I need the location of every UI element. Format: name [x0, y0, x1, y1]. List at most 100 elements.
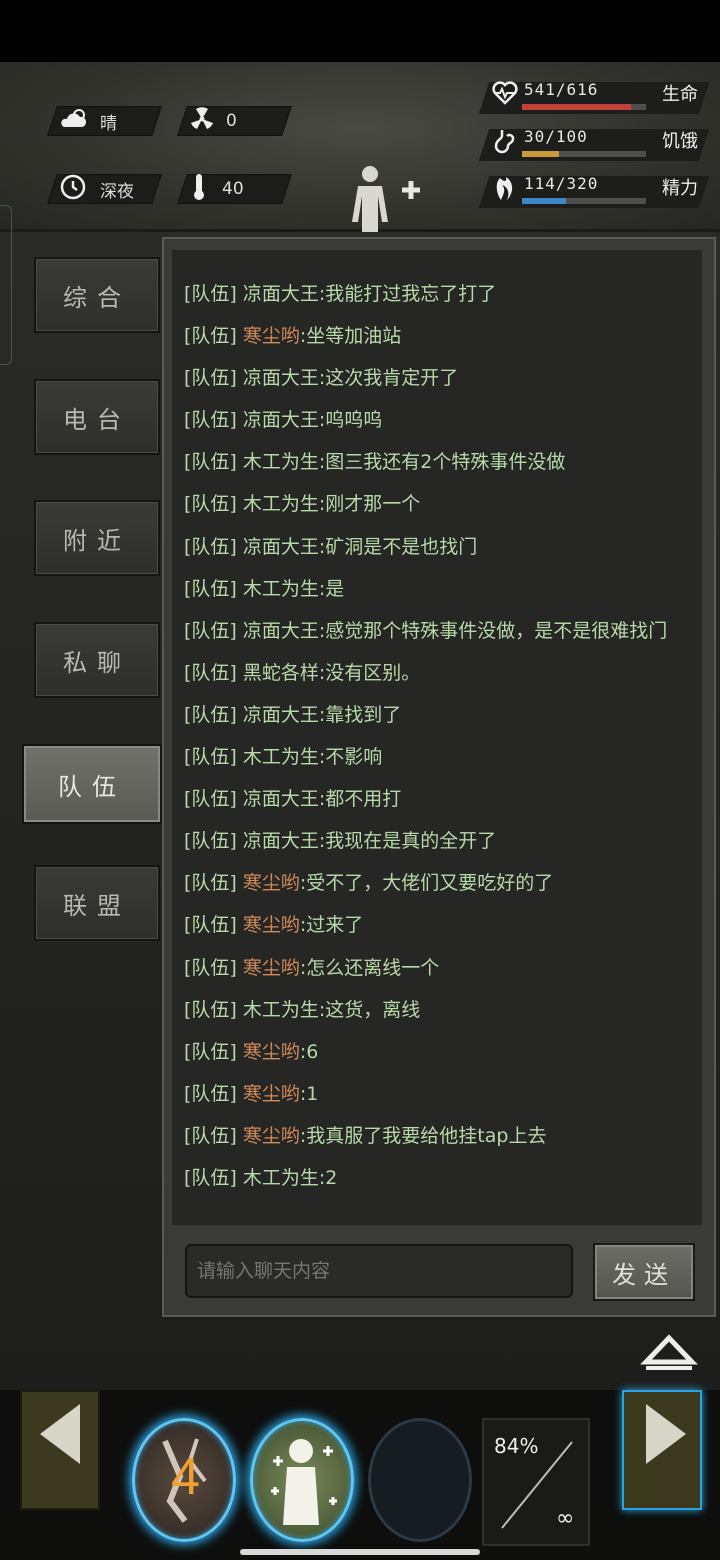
chat-message-text: :怎么还离线一个 [299, 956, 440, 979]
weather-label: 晴 [100, 113, 117, 134]
chat-message: [队伍] 木工为生:不影响 [184, 745, 694, 787]
chat-channel-tag: [队伍] [184, 703, 237, 726]
chat-sender-name[interactable]: 凉面大王 [243, 830, 319, 852]
chat-message: [队伍] 寒尘哟:6 [184, 1040, 694, 1082]
chat-message-text: :我真服了我要给他挂tap上去 [299, 1124, 547, 1147]
time-label: 深夜 [100, 181, 134, 202]
chat-sender-name[interactable]: 木工为生 [243, 578, 319, 600]
chat-sender-name[interactable]: 凉面大王 [243, 409, 319, 431]
tab-nearby[interactable]: 附近 [34, 500, 160, 576]
chat-channel-tag: [队伍] [184, 577, 237, 600]
radiation-value: 0 [226, 111, 237, 131]
chat-sender-name[interactable]: 木工为生 [243, 451, 319, 473]
energy-stat: 114/320 精力 [478, 172, 710, 210]
chat-message: [队伍] 木工为生:这货，离线 [184, 998, 694, 1040]
quick-slot-1[interactable]: 4 [132, 1418, 236, 1542]
temperature-status: 40 [192, 173, 244, 204]
quick-slot-4[interactable]: 84% ∞ [482, 1418, 590, 1546]
quick-slot-4-infinity: ∞ [556, 1506, 575, 1531]
health-bar-track [522, 104, 646, 110]
tab-alliance[interactable]: 联盟 [34, 865, 160, 941]
heart-rate-icon [488, 81, 522, 113]
chat-sender-name[interactable]: 寒尘哟 [243, 1125, 300, 1147]
chat-sender-name[interactable]: 凉面大王 [243, 283, 319, 305]
chat-message-area[interactable]: [队伍] 凉面大王:我能打过我忘了打了 [队伍] 寒尘哟:坐等加油站 [队伍] 凉面… [172, 250, 702, 1225]
energy-value: 114/320 [524, 174, 599, 193]
energy-icon [488, 175, 522, 207]
chat-message-text: :没有区别。 [318, 661, 421, 684]
chat-message: [队伍] 木工为生:图三我还有2个特殊事件没做 [184, 450, 694, 492]
chat-sender-name[interactable]: 凉面大王 [243, 620, 319, 642]
tab-radio[interactable]: 电台 [34, 379, 160, 455]
chat-message: [队伍] 寒尘哟:我真服了我要给他挂tap上去 [184, 1124, 694, 1166]
chat-sender-name[interactable]: 凉面大王 [243, 536, 319, 558]
chat-message: [队伍] 寒尘哟:1 [184, 1082, 694, 1124]
tab-general[interactable]: 综合 [34, 257, 160, 333]
radiation-status: 0 [190, 106, 237, 136]
chat-message: [队伍] 木工为生:刚才那一个 [184, 492, 694, 534]
chat-sender-name[interactable]: 寒尘哟 [243, 957, 300, 979]
chat-sender-name[interactable]: 木工为生 [243, 1167, 319, 1189]
chat-channel-tag: [队伍] [184, 998, 237, 1021]
chat-message-text: :我现在是真的全开了 [318, 830, 497, 853]
chat-sender-name[interactable]: 木工为生 [243, 746, 319, 768]
top-black-bar [0, 0, 720, 62]
health-value: 541/616 [524, 80, 599, 99]
chat-sender-name[interactable]: 寒尘哟 [243, 325, 300, 347]
chat-message-text: :图三我还有2个特殊事件没做 [318, 451, 566, 474]
chat-message-text: :呜呜呜 [318, 409, 383, 432]
left-edge-handle[interactable] [0, 205, 12, 365]
hunger-label: 饥饿 [662, 131, 698, 152]
tab-team[interactable]: 队伍 [22, 744, 162, 824]
arrow-right-icon [646, 1404, 686, 1464]
next-arrow-button[interactable] [622, 1390, 702, 1510]
chat-message: [队伍] 凉面大王:我现在是真的全开了 [184, 829, 694, 871]
chat-message: [队伍] 木工为生:2 [184, 1166, 694, 1208]
chat-message-text: :6 [299, 1040, 319, 1063]
quick-slot-3-empty[interactable] [368, 1418, 472, 1542]
chat-sender-name[interactable]: 木工为生 [243, 493, 319, 515]
hunger-stat: 30/100 饥饿 [478, 125, 710, 163]
chat-message: [队伍] 凉面大王:这次我肯定开了 [184, 366, 694, 408]
weather-status: 晴 [60, 106, 117, 136]
prev-arrow-button[interactable] [20, 1390, 100, 1510]
energy-bar-track [522, 198, 646, 204]
chat-channel-tag: [队伍] [184, 1082, 237, 1105]
chat-channel-tag: [队伍] [184, 493, 237, 516]
chat-channel-tag: [队伍] [184, 325, 237, 348]
chat-sender-name[interactable]: 寒尘哟 [243, 1083, 300, 1105]
tab-private[interactable]: 私聊 [34, 622, 160, 698]
chat-message: [队伍] 寒尘哟:受不了，大佬们又要吃好的了 [184, 871, 694, 913]
chat-message-text: :是 [318, 577, 345, 600]
health-bar-fill [522, 104, 631, 110]
chat-sender-name[interactable]: 寒尘哟 [243, 1041, 300, 1063]
arrow-left-icon [40, 1404, 80, 1464]
chat-message-text: :感觉那个特殊事件没做，是不是很难找门 [318, 619, 668, 642]
chat-sender-name[interactable]: 凉面大王 [243, 704, 319, 726]
chat-input[interactable] [185, 1244, 573, 1298]
health-stat: 541/616 生命 [478, 78, 710, 116]
quick-slot-2[interactable] [250, 1418, 354, 1542]
chat-sender-name[interactable]: 寒尘哟 [243, 872, 300, 894]
chat-channel-tag: [队伍] [184, 1166, 237, 1189]
chat-sender-name[interactable]: 寒尘哟 [243, 914, 300, 936]
chat-sender-name[interactable]: 凉面大王 [243, 788, 319, 810]
chat-sender-name[interactable]: 木工为生 [243, 999, 319, 1021]
chat-channel-tag: [队伍] [184, 409, 237, 432]
chat-message: [队伍] 寒尘哟:怎么还离线一个 [184, 956, 694, 998]
chat-channel-tag: [队伍] [184, 451, 237, 474]
send-button[interactable]: 发送 [593, 1243, 695, 1301]
chat-message-text: :坐等加油站 [299, 325, 402, 348]
home-indicator[interactable] [240, 1549, 480, 1555]
chat-channel-tag: [队伍] [184, 830, 237, 853]
chat-channel-tag: [队伍] [184, 283, 237, 305]
energy-bar-fill [522, 198, 567, 204]
chat-sender-name[interactable]: 凉面大王 [243, 367, 319, 389]
chat-sender-name[interactable]: 黑蛇各样 [243, 662, 319, 684]
collapse-chevron-up-icon[interactable] [640, 1330, 698, 1374]
radiation-icon [190, 106, 216, 136]
energy-label: 精力 [662, 178, 698, 199]
chat-channel-tag: [队伍] [184, 956, 237, 979]
chat-message-text: :刚才那一个 [318, 493, 421, 516]
chat-channel-tag: [队伍] [184, 619, 237, 642]
